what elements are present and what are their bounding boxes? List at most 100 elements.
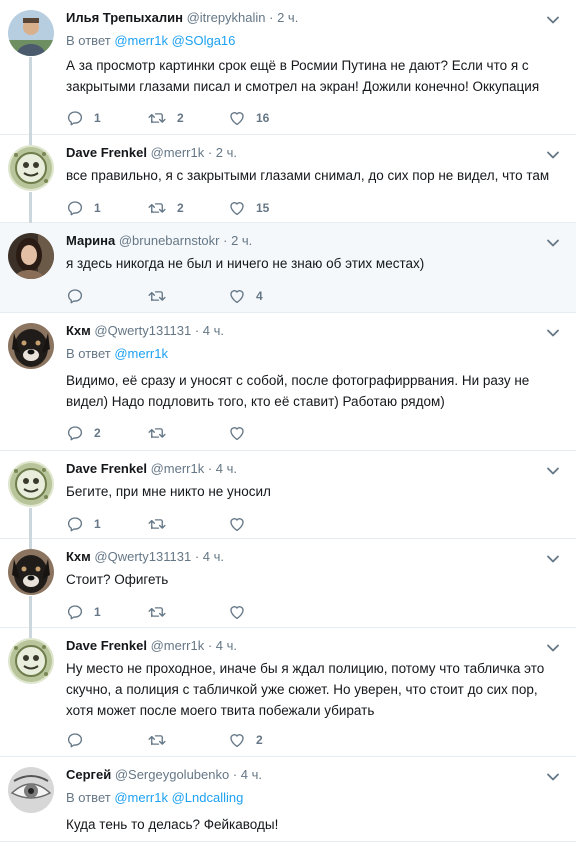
reply-button[interactable]: 1	[66, 514, 101, 534]
avatar[interactable]	[8, 145, 54, 191]
timestamp[interactable]: 4 ч.	[203, 323, 224, 338]
timestamp[interactable]: 2 ч.	[277, 10, 298, 25]
author-name[interactable]: Марина	[66, 233, 115, 248]
author-name[interactable]: Кхм	[66, 549, 91, 564]
reply-button[interactable]: 1	[66, 602, 101, 622]
heart-icon	[228, 109, 246, 127]
timestamp[interactable]: 4 ч.	[241, 767, 262, 782]
author-handle[interactable]: @merr1k	[151, 461, 205, 476]
avatar[interactable]	[8, 323, 54, 369]
retweet-button[interactable]	[147, 514, 177, 534]
like-button[interactable]: 2	[228, 730, 263, 750]
heart-icon	[228, 199, 246, 217]
mention-link[interactable]: @SOlga16	[172, 33, 236, 48]
mention-link[interactable]: @merr1k	[114, 790, 168, 805]
heart-icon	[228, 287, 246, 305]
tweet-content: Dave Frenkel @merr1k · 4 ч. Ну место не п…	[66, 628, 562, 756]
mention-link[interactable]: @merr1k	[114, 33, 168, 48]
tweet-header: Кхм @Qwerty131131 · 4 ч.	[66, 548, 224, 565]
tweet-header: Dave Frenkel @merr1k · 4 ч.	[66, 460, 237, 477]
retweet-icon	[147, 199, 167, 217]
avatar[interactable]	[8, 767, 54, 813]
author-name[interactable]: Dave Frenkel	[66, 461, 147, 476]
reply-button[interactable]: 1	[66, 198, 101, 218]
tweet-header: Dave Frenkel @merr1k · 2 ч.	[66, 144, 237, 161]
tweet[interactable]: Сергей @Sergeygolubenko · 4 ч. В ответ @m…	[0, 757, 576, 842]
retweet-button[interactable]	[147, 423, 177, 443]
tweet-content: Сергей @Sergeygolubenko · 4 ч. В ответ @m…	[66, 757, 562, 841]
timestamp[interactable]: 4 ч.	[203, 549, 224, 564]
mention-link[interactable]: @merr1k	[114, 346, 168, 361]
author-handle[interactable]: @merr1k	[151, 638, 205, 653]
reply-icon	[66, 109, 84, 127]
tweet-header: Марина @brunebarnstokr · 2 ч.	[66, 232, 252, 249]
author-name[interactable]: Сергей	[66, 767, 111, 782]
thread-connector	[29, 135, 32, 145]
avatar[interactable]	[8, 233, 54, 279]
separator-dot: ·	[204, 461, 216, 476]
timestamp[interactable]: 4 ч.	[216, 638, 237, 653]
reply-button[interactable]	[66, 286, 94, 306]
thread-connector	[29, 539, 32, 549]
chevron-down-icon[interactable]	[546, 640, 560, 652]
reply-button[interactable]: 2	[66, 423, 101, 443]
reply-button[interactable]: 1	[66, 108, 101, 128]
retweet-button[interactable]: 2	[147, 198, 184, 218]
tweet-text: все правильно, я с закрытыми глазами сни…	[66, 168, 550, 183]
retweet-button[interactable]	[147, 286, 177, 306]
tweet[interactable]: Илья Трепыхалин @itrepykhalin · 2 ч. В от…	[0, 0, 576, 135]
chevron-down-icon[interactable]	[546, 235, 560, 247]
like-button[interactable]	[228, 423, 256, 443]
timestamp[interactable]: 4 ч.	[216, 461, 237, 476]
avatar[interactable]	[8, 638, 54, 684]
chevron-down-icon[interactable]	[546, 769, 560, 781]
author-handle[interactable]: @Qwerty131131	[94, 323, 191, 338]
timestamp[interactable]: 2 ч.	[216, 145, 237, 160]
author-handle[interactable]: @Qwerty131131	[94, 549, 191, 564]
like-button[interactable]: 16	[228, 108, 269, 128]
timestamp[interactable]: 2 ч.	[231, 233, 252, 248]
like-button[interactable]	[228, 602, 256, 622]
reply-icon	[66, 603, 84, 621]
author-name[interactable]: Dave Frenkel	[66, 145, 147, 160]
author-name[interactable]: Илья Трепыхалин	[66, 10, 183, 25]
chevron-down-icon[interactable]	[546, 325, 560, 337]
reply-icon	[66, 199, 84, 217]
tweet[interactable]: Марина @brunebarnstokr · 2 ч. я здесь ник…	[0, 223, 576, 313]
tweet-content: Марина @brunebarnstokr · 2 ч. я здесь ник…	[66, 223, 562, 312]
author-handle[interactable]: @itrepykhalin	[187, 10, 266, 25]
chevron-down-icon[interactable]	[546, 147, 560, 159]
author-handle[interactable]: @Sergeygolubenko	[115, 767, 229, 782]
tweet[interactable]: Кхм @Qwerty131131 · 4 ч. Стоит? Офигеть 1	[0, 539, 576, 628]
tweet-actions: 1	[66, 514, 366, 534]
tweet-content: Dave Frenkel @merr1k · 2 ч. все правильно…	[66, 135, 562, 222]
mention-link[interactable]: @Lndcalling	[172, 790, 244, 805]
avatar[interactable]	[8, 461, 54, 507]
author-name[interactable]: Dave Frenkel	[66, 638, 147, 653]
like-button[interactable]: 15	[228, 198, 269, 218]
avatar[interactable]	[8, 10, 54, 56]
chevron-down-icon[interactable]	[546, 463, 560, 475]
retweet-button[interactable]	[147, 730, 177, 750]
author-name[interactable]: Кхм	[66, 323, 91, 338]
retweet-button[interactable]: 2	[147, 108, 184, 128]
thread-connector	[29, 508, 32, 539]
separator-dot: ·	[191, 323, 203, 338]
thread-connector	[29, 57, 32, 135]
chevron-down-icon[interactable]	[546, 12, 560, 24]
separator-dot: ·	[204, 145, 216, 160]
tweet-actions: 2	[66, 730, 366, 750]
like-button[interactable]: 4	[228, 286, 263, 306]
like-button[interactable]	[228, 514, 256, 534]
reply-button[interactable]	[66, 730, 94, 750]
author-handle[interactable]: @merr1k	[151, 145, 205, 160]
author-handle[interactable]: @brunebarnstokr	[119, 233, 220, 248]
chevron-down-icon[interactable]	[546, 551, 560, 563]
retweet-button[interactable]	[147, 602, 177, 622]
tweet[interactable]: Кхм @Qwerty131131 · 4 ч. В ответ @merr1k В…	[0, 313, 576, 451]
tweet[interactable]: Dave Frenkel @merr1k · 4 ч. Ну место не п…	[0, 628, 576, 757]
tweet[interactable]: Dave Frenkel @merr1k · 4 ч. Бегите, при м…	[0, 451, 576, 539]
tweet[interactable]: Dave Frenkel @merr1k · 2 ч. все правильно…	[0, 135, 576, 223]
avatar[interactable]	[8, 549, 54, 595]
retweet-icon	[147, 515, 167, 533]
